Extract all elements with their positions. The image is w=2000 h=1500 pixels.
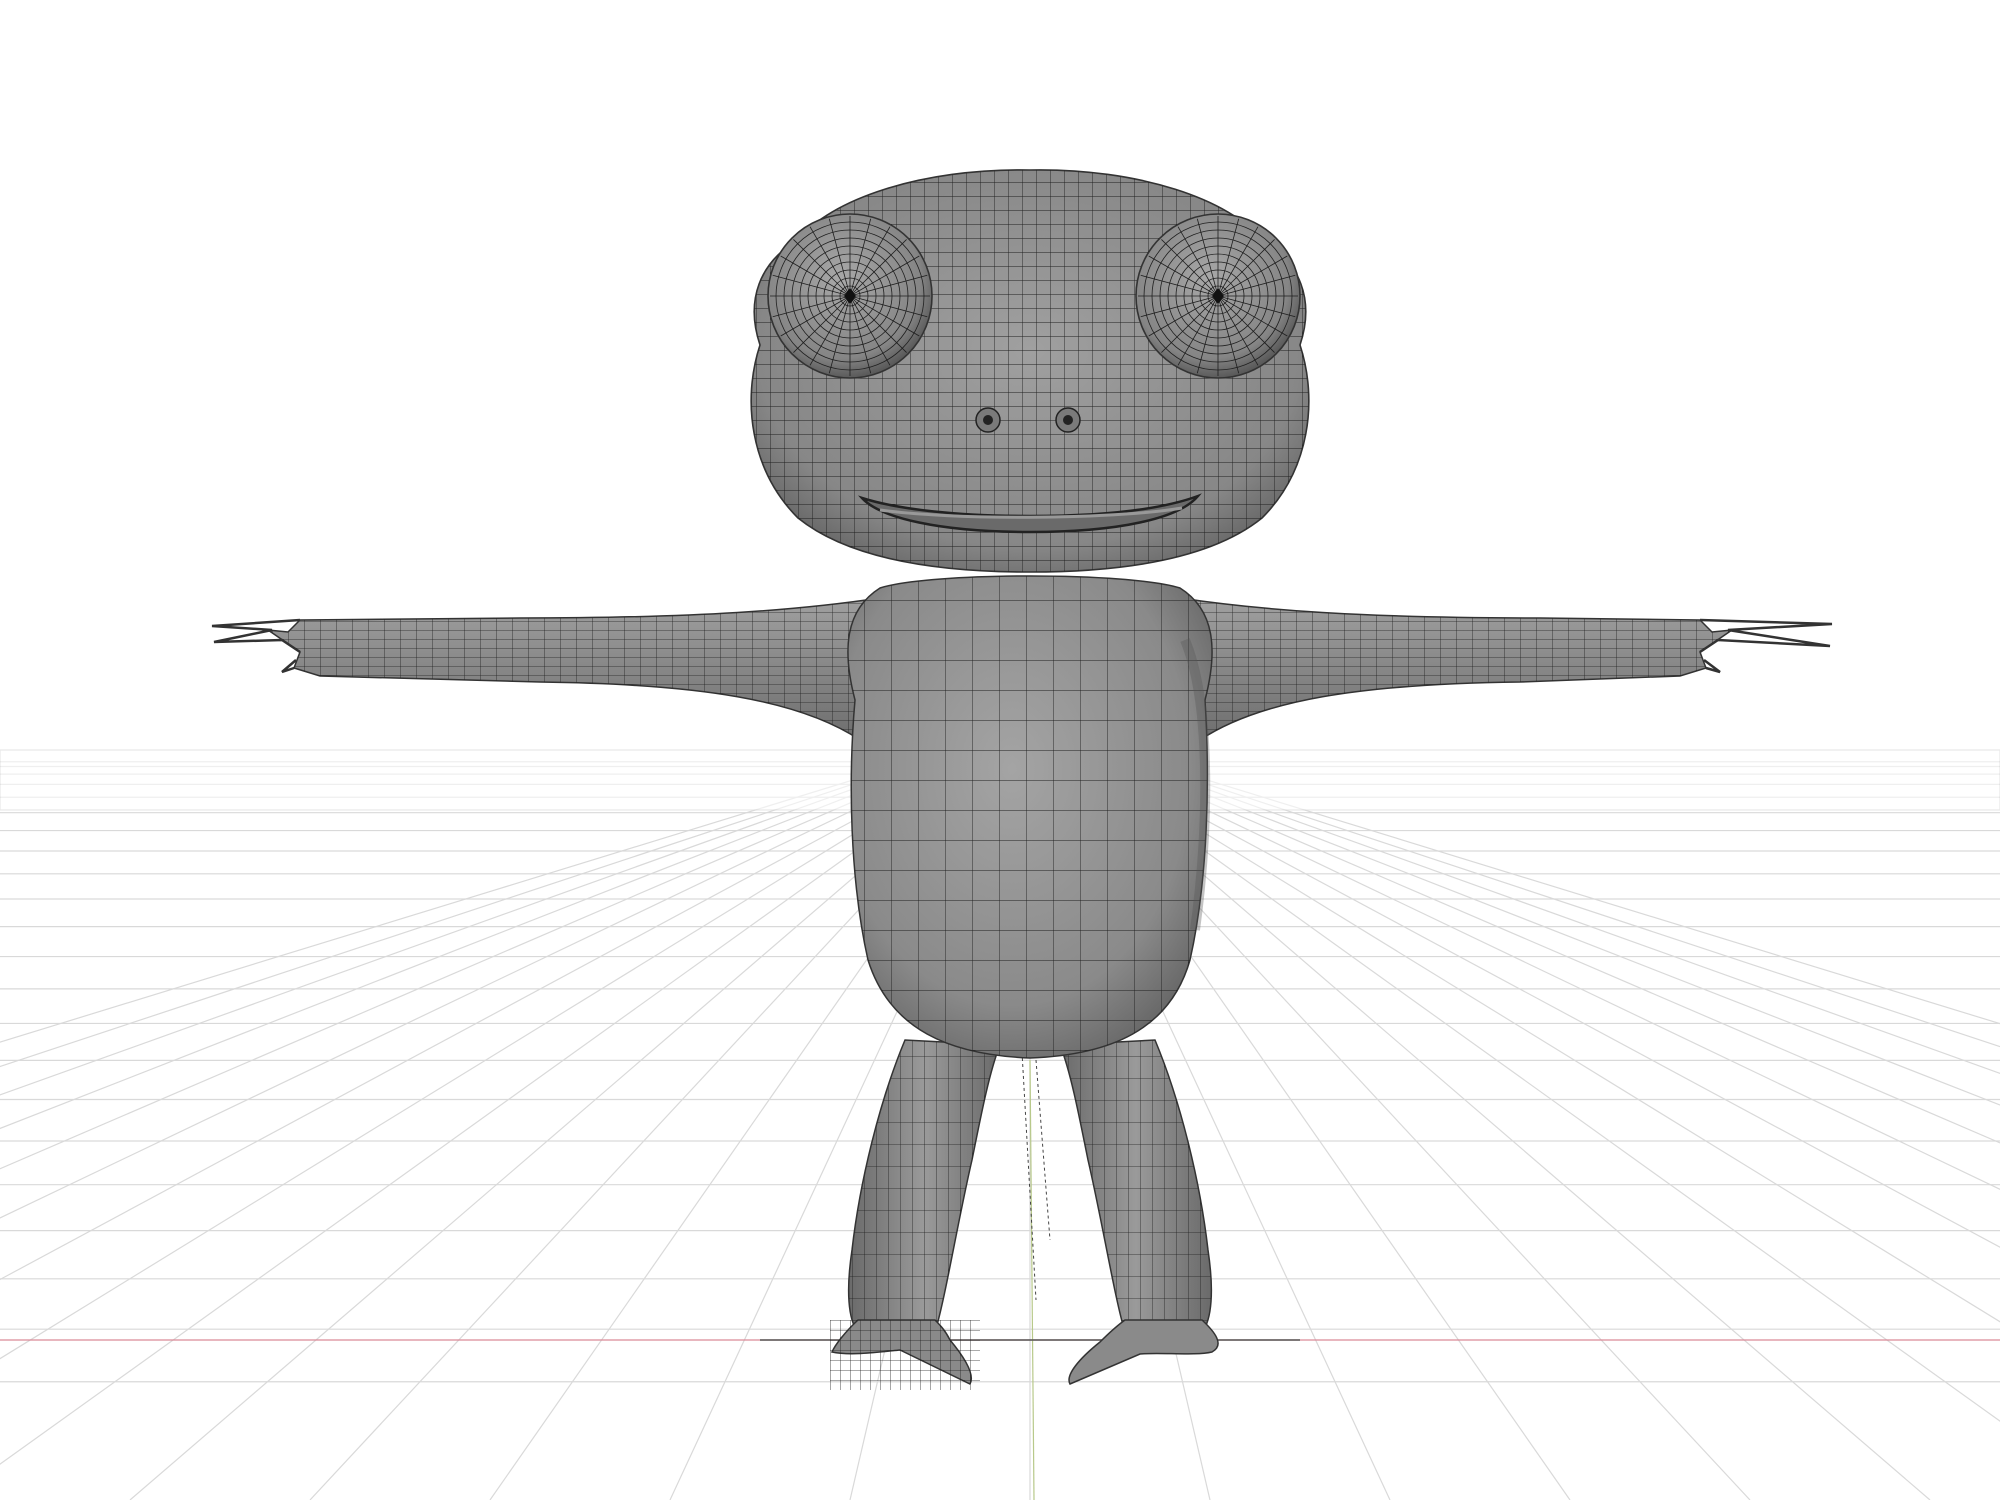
- grid-line-radial: [0, 759, 919, 1043]
- grid-line-radial: [0, 759, 967, 1281]
- grid-line-radial: [1093, 759, 2000, 1248]
- right-hand-fingers: [1699, 618, 1833, 674]
- right-arm[interactable]: [1160, 597, 1833, 750]
- grid-line-radial: [1125, 759, 2000, 1074]
- grid-line-radial: [1141, 759, 2000, 1025]
- right-eye[interactable]: [1135, 213, 1301, 379]
- right-leg[interactable]: [1050, 1030, 1220, 1385]
- head[interactable]: [740, 160, 1320, 580]
- left-eye[interactable]: [767, 213, 933, 379]
- origin-dashed-guide: [1021, 1051, 1051, 1301]
- grid-line-radial: [1109, 759, 2000, 1144]
- grid-line-radial: [1101, 759, 2000, 1190]
- left-leg[interactable]: [830, 1030, 1010, 1390]
- viewport-canvas[interactable]: [0, 0, 2000, 1500]
- grid-line-radial: [1117, 759, 2000, 1106]
- grid-line-radial: [0, 759, 959, 1219]
- grid-line-radial: [1077, 759, 2000, 1422]
- left-hand-fingers: [211, 618, 301, 674]
- left-arm[interactable]: [211, 597, 900, 750]
- world-axes: [0, 1051, 2000, 1500]
- torso[interactable]: [840, 570, 1220, 1070]
- grid-line-radial: [0, 759, 951, 1170]
- grid-line-radial: [0, 759, 943, 1130]
- 3d-viewport[interactable]: [0, 0, 2000, 1500]
- grid-line-radial: [1085, 759, 2000, 1323]
- grid-line-radial: [1133, 759, 2000, 1048]
- grid-line-radial: [0, 759, 927, 1068]
